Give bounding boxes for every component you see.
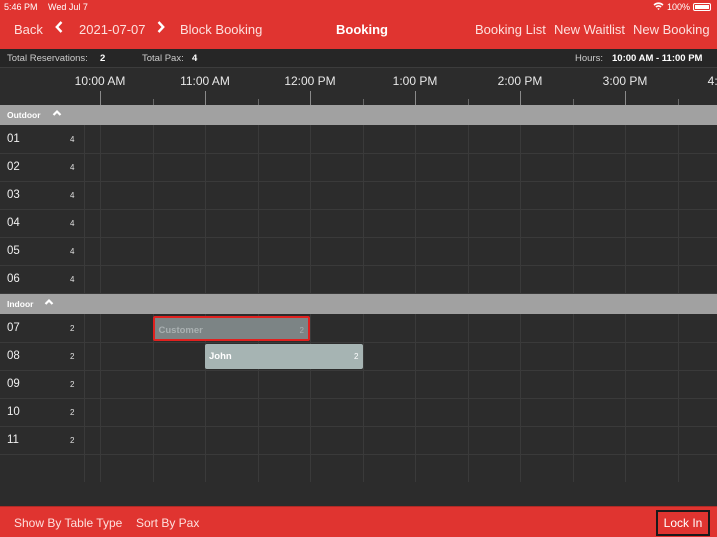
total-reservations-label: Total Reservations: bbox=[7, 53, 88, 64]
major-tick bbox=[310, 91, 311, 105]
booking-pax: 2 bbox=[299, 326, 304, 335]
chevron-right-icon[interactable] bbox=[157, 20, 165, 37]
time-tick-label: 1:00 PM bbox=[392, 74, 438, 88]
battery-percent: 100% bbox=[666, 2, 690, 12]
bottom-bar: Show By Table Type Sort By Pax Lock In bbox=[0, 506, 717, 537]
booking-pax: 2 bbox=[354, 352, 359, 361]
table-row[interactable]: 06 4 bbox=[0, 266, 717, 294]
table-name: 08 bbox=[7, 350, 20, 362]
hours-label: Hours: bbox=[575, 53, 603, 64]
top-bar: 5:46 PM Wed Jul 7 100% Back 2021-07-07 B… bbox=[0, 0, 717, 49]
status-bar-right: 100% bbox=[653, 2, 711, 12]
chevron-left-icon[interactable] bbox=[55, 20, 63, 37]
section-header-indoor[interactable]: Indoor bbox=[0, 294, 717, 314]
table-name: 05 bbox=[7, 245, 20, 257]
back-button[interactable]: Back bbox=[14, 22, 43, 37]
table-capacity: 4 bbox=[70, 247, 75, 256]
battery-icon bbox=[693, 3, 711, 11]
time-tick-label: 10:00 AM bbox=[74, 74, 126, 88]
table-name: 06 bbox=[7, 273, 20, 285]
table-capacity: 4 bbox=[70, 135, 75, 144]
date-label[interactable]: 2021-07-07 bbox=[79, 22, 146, 37]
schedule-grid[interactable]: Outdoor 01 4 02 4 03 4 04 4 05 4 06 4 Indoor 07 2 08 2 09 2… bbox=[0, 105, 717, 485]
booking-block[interactable]: John 2 bbox=[205, 344, 363, 369]
section-name: Indoor bbox=[7, 299, 34, 309]
table-name: 02 bbox=[7, 161, 20, 173]
section-name: Outdoor bbox=[7, 110, 41, 120]
summary-bar: Total Reservations: 2 Total Pax: 4 Hours… bbox=[0, 49, 717, 68]
sort-by-pax-button[interactable]: Sort By Pax bbox=[136, 516, 199, 530]
table-capacity: 2 bbox=[70, 324, 75, 333]
status-date: Wed Jul 7 bbox=[48, 2, 88, 12]
table-row[interactable]: 03 4 bbox=[0, 182, 717, 210]
table-capacity: 2 bbox=[70, 380, 75, 389]
table-row[interactable]: 04 4 bbox=[0, 210, 717, 238]
table-capacity: 4 bbox=[70, 191, 75, 200]
major-tick bbox=[520, 91, 521, 105]
table-name: 11 bbox=[7, 434, 19, 446]
table-row[interactable]: 09 2 bbox=[0, 371, 717, 399]
table-row[interactable]: 01 4 bbox=[0, 126, 717, 154]
total-reservations-value: 2 bbox=[100, 53, 106, 64]
total-pax-value: 4 bbox=[192, 53, 198, 64]
show-by-table-type-button[interactable]: Show By Table Type bbox=[14, 516, 122, 530]
table-row[interactable]: 11 2 bbox=[0, 427, 717, 455]
major-tick bbox=[205, 91, 206, 105]
wifi-icon bbox=[653, 2, 664, 12]
major-tick bbox=[415, 91, 416, 105]
table-capacity: 2 bbox=[70, 436, 75, 445]
booking-app: 5:46 PM Wed Jul 7 100% Back 2021-07-07 B… bbox=[0, 0, 717, 537]
section-header-outdoor[interactable]: Outdoor bbox=[0, 105, 717, 125]
chevron-up-icon[interactable] bbox=[44, 297, 54, 309]
table-name: 09 bbox=[7, 378, 20, 390]
status-bar-left: 5:46 PM Wed Jul 7 bbox=[4, 2, 96, 12]
status-time: 5:46 PM bbox=[4, 2, 38, 12]
table-row[interactable]: 07 2 bbox=[0, 315, 717, 343]
major-tick bbox=[100, 91, 101, 105]
chevron-up-icon[interactable] bbox=[52, 108, 62, 120]
time-axis: 10:00 AM 11:00 AM 12:00 PM 1:00 PM 2:00 PM 3:… bbox=[0, 68, 717, 105]
table-row[interactable]: 10 2 bbox=[0, 399, 717, 427]
table-capacity: 2 bbox=[70, 352, 75, 361]
hours-value: 10:00 AM - 11:00 PM bbox=[612, 53, 703, 64]
time-tick-label: 11:00 AM bbox=[180, 74, 230, 88]
new-waitlist-button[interactable]: New Waitlist bbox=[554, 22, 625, 37]
table-name: 03 bbox=[7, 189, 20, 201]
time-tick-label: 12:00 PM bbox=[284, 74, 336, 88]
table-name: 01 bbox=[7, 133, 20, 145]
table-capacity: 4 bbox=[70, 219, 75, 228]
time-tick-label: 2:00 PM bbox=[497, 74, 543, 88]
booking-list-button[interactable]: Booking List bbox=[475, 22, 546, 37]
table-capacity: 4 bbox=[70, 275, 75, 284]
major-tick bbox=[625, 91, 626, 105]
booking-name: Customer bbox=[158, 325, 203, 336]
block-booking-button[interactable]: Block Booking bbox=[180, 22, 262, 37]
table-row[interactable]: 02 4 bbox=[0, 154, 717, 182]
lock-in-button[interactable]: Lock In bbox=[656, 510, 710, 536]
table-name: 10 bbox=[7, 406, 20, 418]
booking-block-selected[interactable]: Customer 2 bbox=[152, 316, 310, 341]
total-pax-label: Total Pax: bbox=[142, 53, 184, 64]
table-capacity: 4 bbox=[70, 163, 75, 172]
table-name: 04 bbox=[7, 217, 20, 229]
time-tick-label: 4:00 PM bbox=[707, 74, 717, 88]
page-title: Booking bbox=[336, 22, 388, 37]
table-row[interactable]: 05 4 bbox=[0, 238, 717, 266]
time-tick-label: 3:00 PM bbox=[602, 74, 648, 88]
table-name: 07 bbox=[7, 322, 20, 334]
new-booking-button[interactable]: New Booking bbox=[633, 22, 710, 37]
table-capacity: 2 bbox=[70, 408, 75, 417]
booking-name: John bbox=[209, 351, 232, 362]
